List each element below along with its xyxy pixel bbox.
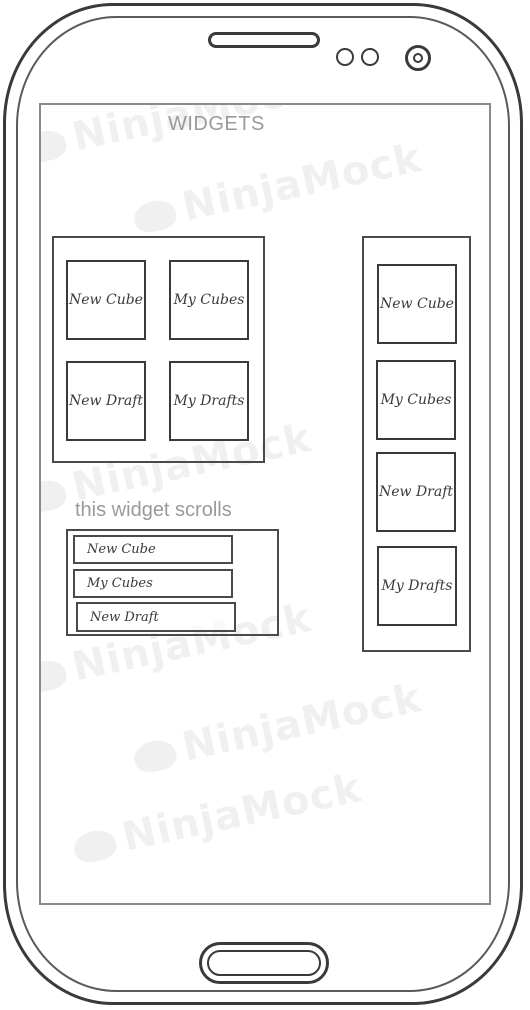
ninja-logo-icon [41,127,69,166]
scroll-hint-label: this widget scrolls [75,499,232,521]
grid-widget: New Cube My Cubes New Draft My Drafts [52,236,265,463]
front-camera-icon [405,45,431,71]
scroll-widget[interactable]: New Cube My Cubes New Draft [66,529,279,636]
grid-tile-my-cubes[interactable]: My Cubes [169,260,249,340]
column-tile-my-cubes[interactable]: My Cubes [376,360,456,440]
speaker-grille [208,32,320,48]
grid-tile-new-cube[interactable]: New Cube [66,260,146,340]
ninja-logo-icon [131,737,179,776]
light-sensor-icon [361,48,379,66]
ninja-logo-icon [131,197,179,236]
column-tile-new-cube[interactable]: New Cube [377,264,457,344]
page-title: WIDGETS [168,113,265,135]
column-widget: New Cube My Cubes New Draft My Drafts [362,236,471,652]
home-button[interactable] [199,942,329,984]
column-tile-my-drafts[interactable]: My Drafts [377,546,457,626]
watermark: NinjaMock [129,135,426,241]
scroll-item-my-cubes[interactable]: My Cubes [73,569,233,598]
phone-mockup: NinjaMock NinjaMock NinjaMock NinjaMock … [0,0,530,1010]
grid-tile-my-drafts[interactable]: My Drafts [169,361,249,441]
column-tile-new-draft[interactable]: New Draft [376,452,456,532]
phone-screen: NinjaMock NinjaMock NinjaMock NinjaMock … [39,103,491,905]
scroll-item-new-draft[interactable]: New Draft [76,602,236,632]
ninja-logo-icon [71,827,119,866]
proximity-sensor-icon [336,48,354,66]
watermark: NinjaMock [129,675,426,781]
ninja-logo-icon [41,477,69,516]
watermark: NinjaMock [69,765,366,871]
grid-tile-new-draft[interactable]: New Draft [66,361,146,441]
scroll-item-new-cube[interactable]: New Cube [73,535,233,564]
ninja-logo-icon [41,657,69,696]
